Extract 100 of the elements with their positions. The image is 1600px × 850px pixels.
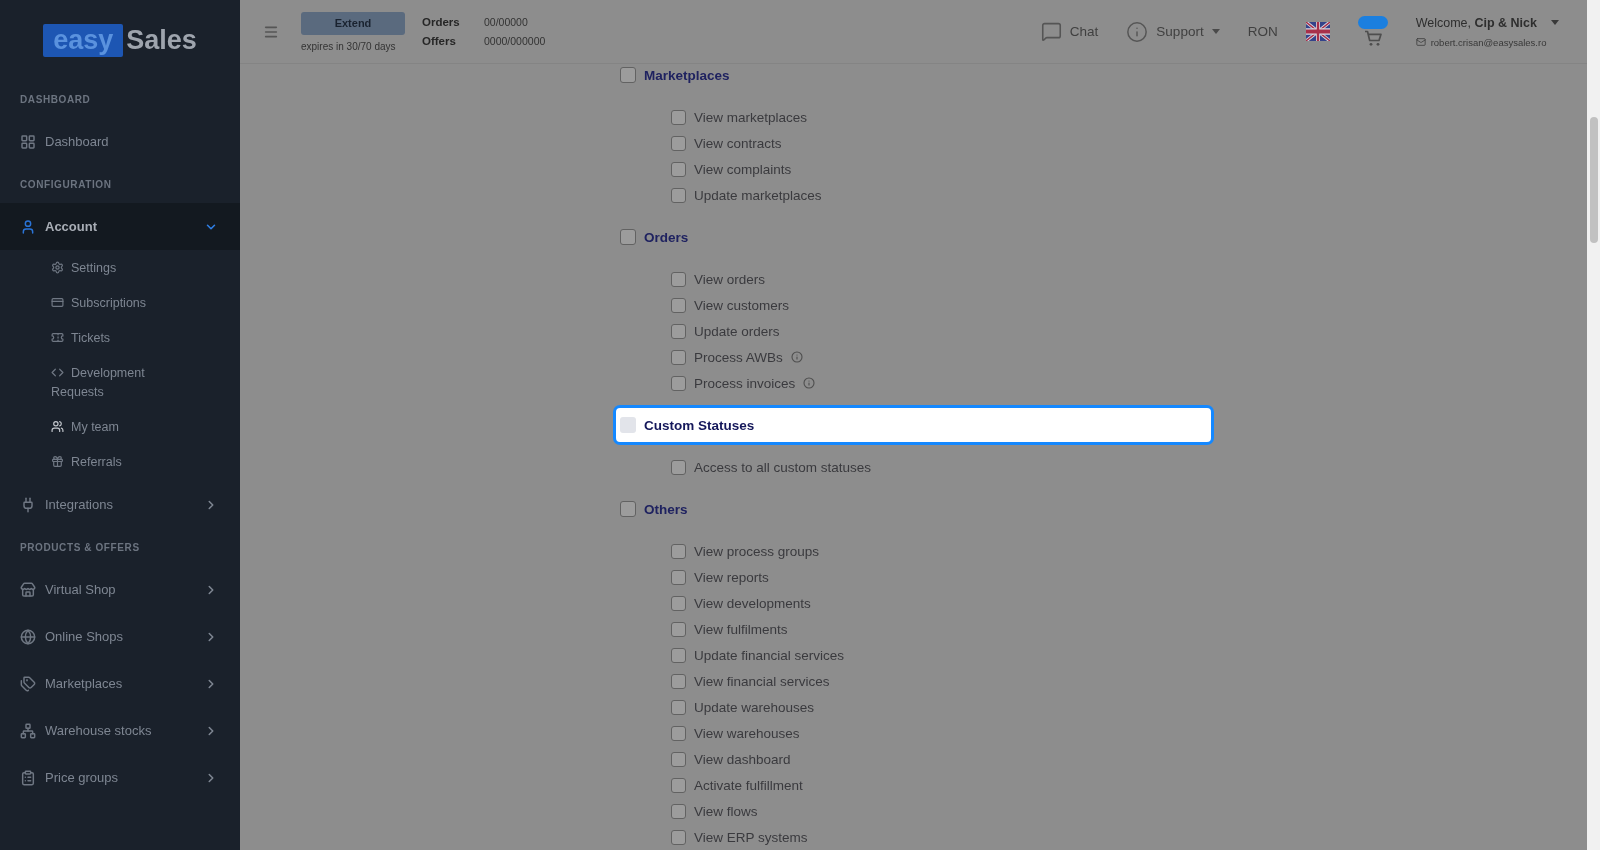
checkbox[interactable] — [671, 323, 686, 339]
permission-label: Process invoices — [694, 375, 796, 391]
user-menu-button[interactable]: Welcome, Cip & Nick — [1415, 15, 1559, 30]
permission-label: View ERP systems — [694, 829, 808, 845]
checkbox[interactable] — [671, 803, 686, 819]
checkbox[interactable] — [671, 621, 686, 637]
nav-item[interactable]: Marketplaces — [20, 675, 218, 692]
checkbox[interactable] — [620, 417, 636, 433]
checkbox[interactable] — [671, 459, 686, 475]
permission-label: View complaints — [694, 161, 792, 177]
permission-label: Update orders — [694, 323, 780, 339]
checkbox[interactable] — [671, 777, 686, 793]
group-title: Orders — [644, 229, 689, 245]
checkbox[interactable] — [671, 569, 686, 585]
permission-label: Access to all custom statuses — [694, 459, 872, 475]
checkbox[interactable] — [671, 135, 686, 151]
permission-label: Update financial services — [694, 647, 845, 663]
nav-subitem[interactable]: Settings — [51, 259, 117, 278]
nav-item[interactable]: Virtual Shop — [20, 581, 218, 598]
store-icon — [20, 581, 36, 598]
checkbox[interactable] — [671, 751, 686, 767]
caret-icon — [1211, 29, 1220, 34]
permission-label: View process groups — [694, 543, 820, 559]
usage-label: Offers — [422, 35, 457, 47]
mail-icon — [1415, 37, 1426, 47]
network-icon — [20, 722, 36, 739]
nav-item[interactable]: Integrations — [20, 496, 218, 513]
chat-button[interactable]: Chat — [1040, 21, 1099, 42]
nav-item[interactable]: Warehouse stocks — [20, 722, 218, 739]
extend-button[interactable]: Extend — [301, 11, 405, 35]
caret-icon — [1551, 20, 1559, 25]
flag-icon[interactable] — [1305, 22, 1330, 41]
plug-icon — [20, 496, 36, 513]
section-title: CONFIGURATION — [20, 178, 112, 190]
nav-subitem[interactable]: My team — [51, 418, 119, 437]
nav-item[interactable]: Price groups — [20, 769, 218, 786]
checkbox[interactable] — [671, 647, 686, 663]
group-title: Others — [644, 501, 688, 517]
card-icon — [51, 296, 64, 309]
usage-value: 0000/000000 — [484, 35, 546, 47]
group-title: Marketplaces — [644, 67, 730, 83]
logo: easy Sales — [43, 23, 197, 57]
section-title: DASHBOARD — [20, 93, 91, 105]
permission-label: View reports — [694, 569, 769, 585]
nav-subitem[interactable]: Subscriptions — [51, 294, 147, 313]
grid-icon — [20, 133, 36, 150]
permission-label: View flows — [694, 803, 758, 819]
permission-label: View orders — [694, 271, 766, 287]
cart-icon[interactable] — [1357, 16, 1388, 47]
permission-label: View developments — [694, 595, 811, 611]
nav-subitem[interactable]: Development Requests — [51, 364, 163, 402]
nav-subitem[interactable]: Referrals — [51, 453, 122, 472]
checkbox[interactable] — [620, 67, 636, 83]
nav-item[interactable]: Dashboard — [20, 133, 109, 150]
permission-label: View customers — [694, 297, 790, 313]
permission-label: View fulfilments — [694, 621, 788, 637]
clipboard-icon — [20, 769, 36, 786]
permission-label: View financial services — [694, 673, 830, 689]
checkbox[interactable] — [671, 595, 686, 611]
ticket-icon — [51, 331, 64, 344]
checkbox[interactable] — [671, 109, 686, 125]
checkbox[interactable] — [671, 543, 686, 559]
checkbox[interactable] — [671, 699, 686, 715]
checkbox[interactable] — [620, 229, 636, 245]
checkbox[interactable] — [671, 725, 686, 741]
checkbox[interactable] — [671, 349, 686, 365]
chat-icon — [1040, 21, 1062, 42]
checkbox[interactable] — [671, 271, 686, 287]
checkbox[interactable] — [671, 829, 686, 845]
checkbox[interactable] — [671, 375, 686, 391]
support-button[interactable]: Support — [1126, 20, 1220, 43]
checkbox[interactable] — [671, 187, 686, 203]
permission-label: View contracts — [694, 135, 782, 151]
currency-button[interactable]: RON — [1247, 24, 1278, 39]
usage-label: Orders — [422, 16, 461, 28]
tags-icon — [20, 675, 36, 692]
checkbox[interactable] — [671, 297, 686, 313]
gear-icon — [51, 261, 64, 274]
nav-subitem[interactable]: Tickets — [51, 329, 111, 348]
group-title: Custom Statuses — [644, 417, 755, 433]
code-icon — [51, 366, 64, 379]
permission-label: Update warehouses — [694, 699, 815, 715]
permission-label: View warehouses — [694, 725, 800, 741]
permission-label: View dashboard — [694, 751, 791, 767]
info-circle-icon — [1126, 20, 1149, 43]
checkbox[interactable] — [671, 161, 686, 177]
permission-label: Process AWBs — [694, 349, 783, 365]
expiry-text: expires in 30/70 days — [301, 40, 396, 52]
nav-item[interactable]: Online Shops — [20, 628, 218, 645]
checkbox[interactable] — [620, 501, 636, 517]
user-icon — [20, 218, 36, 235]
section-title: PRODUCTS & OFFERS — [20, 541, 140, 553]
permission-label: Update marketplaces — [694, 187, 822, 203]
email-text: robert.crisan@easysales.ro — [1430, 36, 1547, 48]
scrollbar-thumb[interactable] — [1589, 117, 1598, 243]
globe-icon — [20, 628, 36, 645]
users-icon — [51, 420, 64, 433]
permission-label: View marketplaces — [694, 109, 808, 125]
checkbox[interactable] — [671, 673, 686, 689]
usage-value: 00/00000 — [484, 16, 529, 28]
